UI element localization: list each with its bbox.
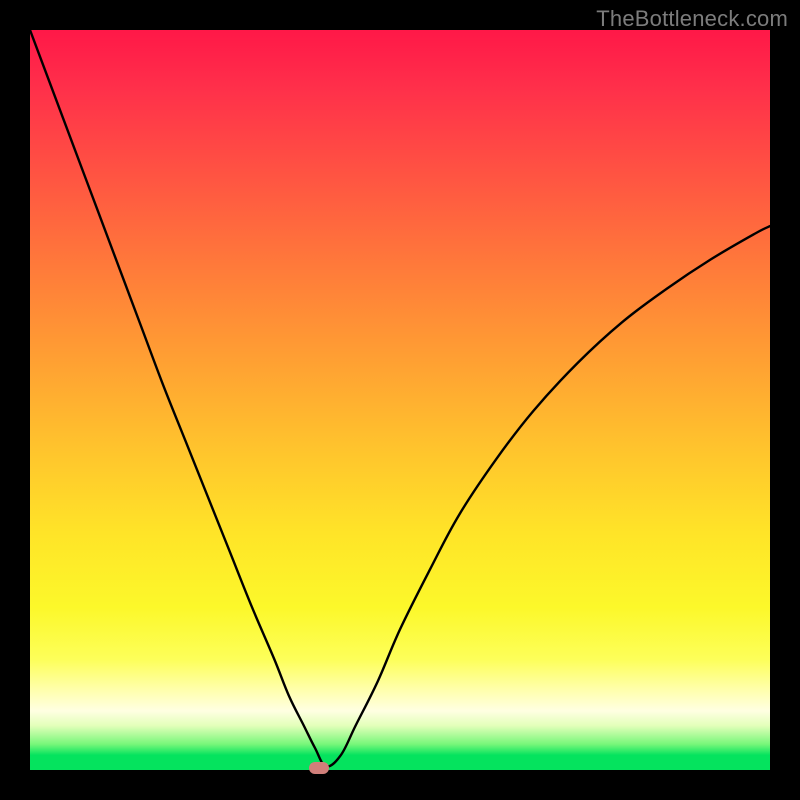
min-point-marker bbox=[309, 762, 329, 774]
bottleneck-curve bbox=[30, 30, 770, 767]
plot-area bbox=[30, 30, 770, 770]
watermark-text: TheBottleneck.com bbox=[596, 6, 788, 32]
chart-frame: TheBottleneck.com bbox=[0, 0, 800, 800]
curve-svg bbox=[30, 30, 770, 770]
